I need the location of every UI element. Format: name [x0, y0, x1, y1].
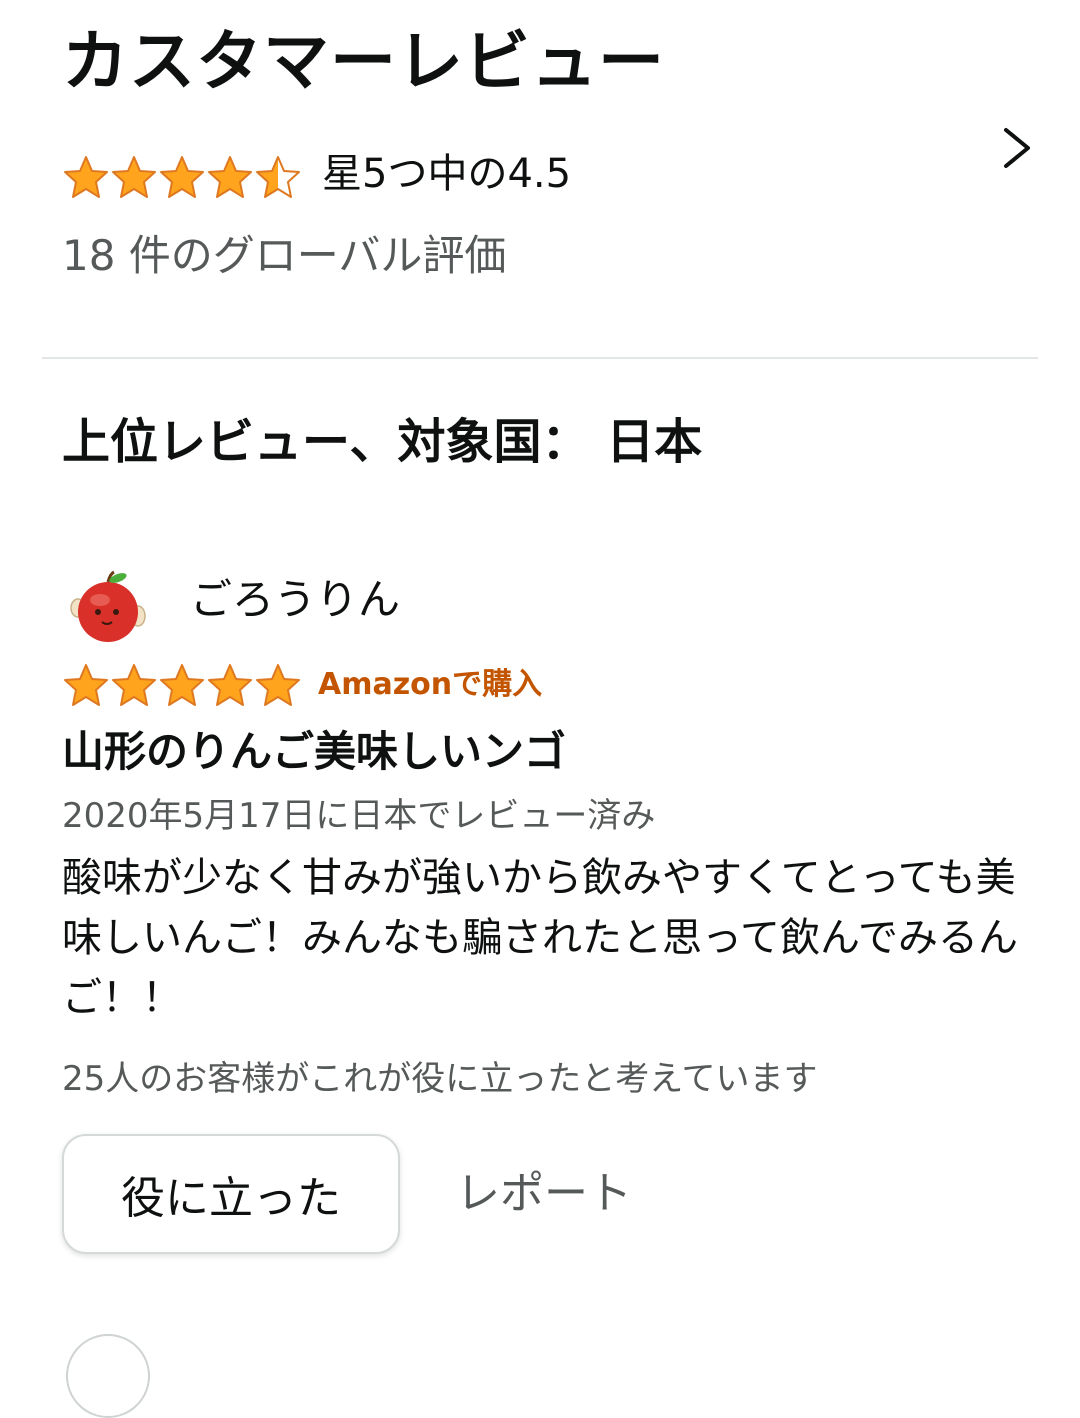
star-icon: [112, 156, 156, 198]
star-icon: [64, 156, 108, 198]
star-icon: [208, 156, 252, 198]
star-icon: [112, 664, 156, 706]
review-body: 酸味が少なく甘みが強いから飲みやすくてとっても美味しいんご！みんなも騙されたと思…: [62, 855, 1018, 1021]
overall-star-rating: [62, 154, 302, 202]
rating-text: 星5つ中の4.5: [322, 151, 572, 197]
star-icon: [256, 156, 300, 198]
top-reviews-heading: 上位レビュー、対象国： 日本: [62, 414, 703, 470]
review-star-rating: [62, 662, 302, 710]
chevron-right-icon[interactable]: [998, 124, 1038, 172]
star-icon: [160, 156, 204, 198]
reviewer-name[interactable]: ごろうりん: [190, 572, 400, 628]
star-icon: [256, 664, 300, 706]
global-ratings-count[interactable]: 18 件のグローバル評価: [62, 228, 506, 284]
apple-avatar-icon[interactable]: [66, 570, 150, 646]
star-icon: [160, 664, 204, 706]
review-date: 2020年5月17日に日本でレビュー済み: [62, 796, 656, 836]
next-reviewer-avatar[interactable]: [66, 1334, 150, 1418]
report-link[interactable]: レポート: [456, 1164, 632, 1224]
star-icon: [64, 664, 108, 706]
star-icon: [208, 664, 252, 706]
verified-purchase-badge: Amazonで購入: [318, 667, 543, 702]
section-divider: [42, 357, 1038, 359]
helpful-count-text: 25人のお客様がこれが役に立ったと考えています: [62, 1059, 818, 1099]
helpful-button[interactable]: 役に立った: [62, 1134, 400, 1254]
page-title: カスタマーレビュー: [62, 23, 665, 100]
review-title: 山形のりんご美味しいンゴ: [62, 727, 567, 776]
